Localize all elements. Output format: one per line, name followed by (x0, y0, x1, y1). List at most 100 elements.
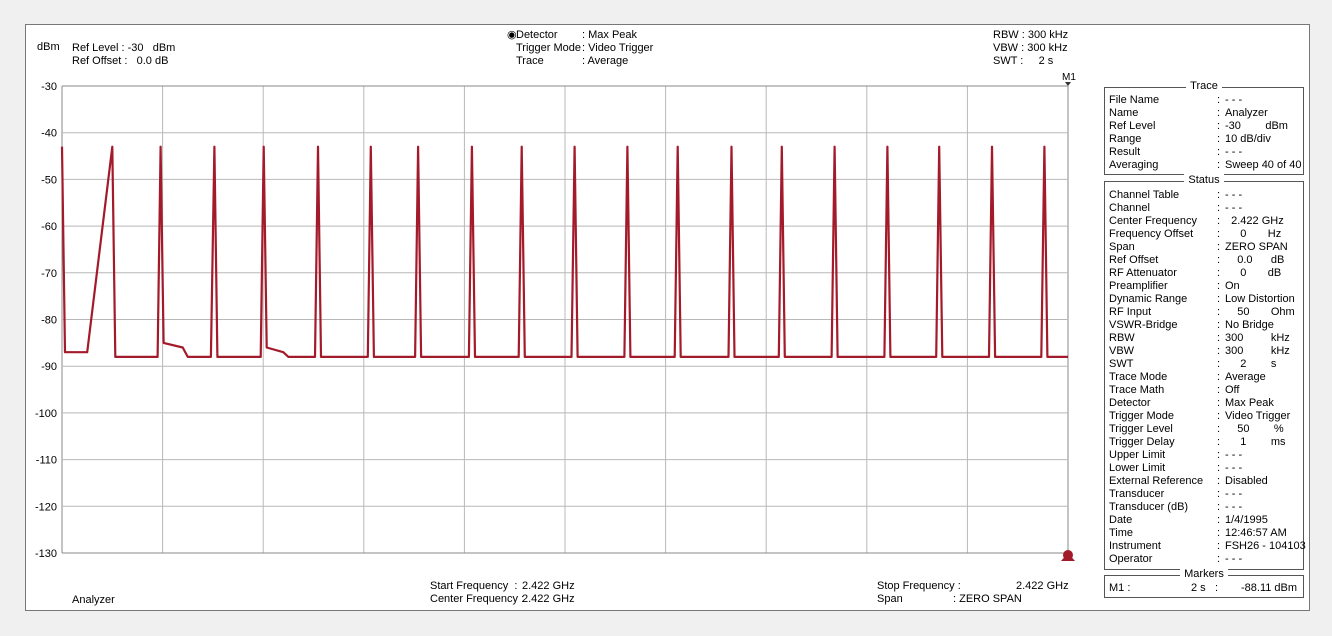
y-tick-label: -50 (41, 174, 57, 186)
row-value: - - - (1225, 202, 1243, 214)
row-separator: : (1217, 159, 1221, 171)
row-value: Average (1225, 371, 1266, 383)
row-label: Name (1109, 107, 1139, 119)
row-separator: : (1217, 332, 1221, 344)
marker-name: M1 : (1109, 582, 1131, 594)
row-separator: : (1217, 475, 1221, 487)
y-tick-label: -100 (35, 408, 57, 420)
row-label: Range (1109, 133, 1142, 145)
row-separator: : (1217, 293, 1221, 305)
status-panel-row: Trace Mode: Average (1109, 371, 1301, 384)
row-separator: : (1217, 514, 1221, 526)
row-value: 1 ms (1225, 436, 1286, 448)
row-value: - - - (1225, 449, 1243, 461)
row-label: Trigger Mode (1109, 410, 1175, 422)
status-panel-row: Transducer (dB): - - - (1109, 501, 1301, 514)
row-value: 12:46:57 AM (1225, 527, 1287, 539)
status-panel-row: Instrument: FSH26 - 104103 (1109, 540, 1306, 553)
row-value: 300 kHz (1225, 345, 1290, 357)
y-tick-label: -60 (41, 221, 57, 233)
row-value: - - - (1225, 488, 1243, 500)
row-separator: : (1217, 94, 1221, 106)
row-separator: : (1217, 501, 1221, 513)
row-separator: : (1217, 436, 1221, 448)
status-panel-row: Detector: Max Peak (1109, 397, 1301, 410)
status-panel-row: Upper Limit: - - - (1109, 449, 1301, 462)
row-value: Video Trigger (1225, 410, 1291, 422)
status-panel-row: Dynamic Range: Low Distortion (1109, 293, 1301, 306)
status-panel-row: Time:12:46:57 AM (1109, 527, 1301, 540)
row-separator: : (1217, 527, 1221, 539)
row-label: Channel (1109, 202, 1150, 214)
row-label: Channel Table (1109, 189, 1180, 201)
row-label: Trigger Level (1109, 423, 1173, 435)
trace-panel-row: File Name: - - - (1109, 94, 1301, 107)
row-value: 10 dB/div (1225, 133, 1271, 145)
row-value: On (1225, 280, 1240, 292)
marker-x-value: 2 s (1191, 582, 1206, 594)
y-tick-label: -30 (41, 81, 57, 93)
row-label: RF Attenuator (1109, 267, 1177, 279)
status-panel-row: RBW:300 kHz (1109, 332, 1301, 345)
status-panel-row: Preamplifier: On (1109, 280, 1301, 293)
row-separator: : (1217, 423, 1221, 435)
row-value: Low Distortion (1225, 293, 1295, 305)
row-separator: : (1217, 319, 1221, 331)
row-label: Instrument (1109, 540, 1161, 552)
row-label: Averaging (1109, 159, 1159, 171)
row-value: Max Peak (1225, 397, 1274, 409)
row-value: 0.0 dB (1225, 254, 1285, 266)
row-separator: : (1217, 215, 1221, 227)
row-value: ZERO SPAN (1225, 241, 1288, 253)
row-label: Lower Limit (1109, 462, 1166, 474)
trace-panel-title: Trace (1186, 80, 1222, 92)
markers-panel: Markers M1 : 2 s : -88.11 dBm (1104, 568, 1304, 598)
markers-panel-title: Markers (1180, 568, 1228, 580)
row-separator: : (1217, 553, 1221, 565)
row-label: VSWR-Bridge (1109, 319, 1178, 331)
row-value: -30 dBm (1225, 120, 1288, 132)
row-label: Time (1109, 527, 1134, 539)
row-value: 2.422 GHz (1225, 215, 1284, 227)
status-panel-row: Center Frequency: 2.422 GHz (1109, 215, 1301, 228)
row-value: 1/4/1995 (1225, 514, 1268, 526)
row-label: Preamplifier (1109, 280, 1168, 292)
row-label: Operator (1109, 553, 1153, 565)
marker-sep: : (1215, 582, 1219, 594)
row-separator: : (1217, 358, 1221, 370)
row-value: 0 dB (1225, 267, 1282, 279)
row-value: Sweep 40 of 40 (1225, 159, 1302, 171)
row-value: 0 Hz (1225, 228, 1282, 240)
row-separator: : (1217, 107, 1221, 119)
y-tick-label: -80 (41, 315, 57, 327)
trace-panel-row: Result: - - - (1109, 146, 1301, 159)
start-frequency-value: 2.422 GHz (522, 580, 575, 592)
row-separator: : (1217, 345, 1221, 357)
span-label: Span (877, 593, 903, 605)
row-value: 50 Ohm (1225, 306, 1295, 318)
status-panel: Status Channel Table: - - - Channel: - - -C… (1104, 174, 1306, 570)
y-tick-label: -130 (35, 548, 57, 560)
status-panel-row: Frequency Offset: 0 Hz (1109, 228, 1301, 241)
status-panel-row: Channel Table: - - - (1109, 189, 1301, 202)
row-label: Ref Level (1109, 120, 1156, 132)
status-panel-title: Status (1184, 174, 1224, 186)
row-label: Transducer (dB) (1109, 501, 1189, 513)
row-separator: : (1217, 254, 1221, 266)
row-value: FSH26 - 104103 (1225, 540, 1306, 552)
trace-panel-row: Name: Analyzer (1109, 107, 1301, 120)
status-panel-row: External Reference: Disabled (1109, 475, 1301, 488)
row-separator: : (1217, 488, 1221, 500)
row-value: - - - (1225, 501, 1243, 513)
row-separator: : (1217, 280, 1221, 292)
chart-grid (61, 85, 1069, 554)
row-separator: : (1217, 410, 1221, 422)
trace-panel-row: Ref Level: -30 dBm (1109, 120, 1301, 133)
stop-frequency-label: Stop Frequency : (877, 580, 961, 592)
y-tick-label: -120 (35, 501, 57, 513)
row-value: 2 s (1225, 358, 1277, 370)
row-value: - - - (1225, 553, 1243, 565)
status-panel-row: RF Attenuator: 0 dB (1109, 267, 1301, 280)
row-value: - - - (1225, 189, 1243, 201)
status-panel-row: RF Input: 50 Ohm (1109, 306, 1301, 319)
